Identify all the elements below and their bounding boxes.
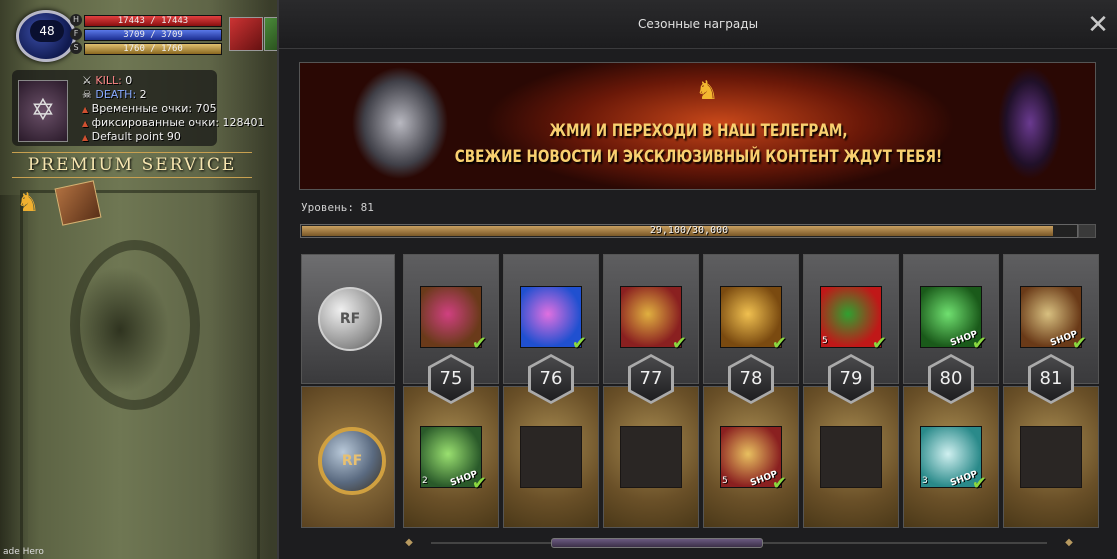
level-badge-number: 81	[1031, 357, 1071, 401]
scroll-left-arrow-icon[interactable]: ◆	[401, 536, 417, 550]
kill-label: KILL:	[95, 74, 122, 87]
banner-mammoth-icon: ♞	[695, 76, 719, 106]
season-level: Уровень: 81	[301, 201, 374, 214]
fixed-points-line: ▲ фиксированные очки: 128401	[82, 116, 265, 129]
seasonal-rewards-window: Сезонные награды ✕ ♞ ЖМИ И ПЕРЕХОДИ В НА…	[277, 0, 1117, 559]
default-point: Default point 90	[91, 130, 181, 143]
sp-letter: S	[70, 42, 82, 54]
door-ornament	[70, 240, 200, 410]
death-line: ☠ DEATH: 2	[82, 88, 147, 101]
golden-treasure-chest-icon[interactable]: ✔	[720, 286, 787, 353]
horizontal-scrollbar[interactable]: ◆ ◆	[401, 536, 1077, 550]
scroll-right-arrow-icon[interactable]: ◆	[1061, 536, 1077, 550]
player-level: 48	[30, 20, 64, 42]
item-quantity: 2	[422, 476, 428, 486]
free-track-header: RF	[301, 254, 395, 384]
buff-berserk-icon[interactable]	[229, 17, 263, 51]
scroll-thumb[interactable]	[551, 538, 763, 548]
reward-column-level-78: ✔ 5 SHOP ✔ 78	[703, 254, 799, 528]
pvp-emblem-icon: ✡	[18, 80, 68, 142]
rf-silver-coin-icon: RF	[318, 287, 382, 351]
item-quantity: 3	[922, 476, 928, 486]
death-value: 2	[139, 88, 147, 101]
claimed-check-icon: ✔	[1071, 333, 1087, 354]
banner-line-1: ЖМИ И ПЕРЕХОДИ В НАШ ТЕЛЕГРАМ,	[549, 121, 848, 141]
skull-scroll-icon[interactable]: SHOP ✔	[1020, 286, 1087, 353]
telegram-banner[interactable]: ♞ ЖМИ И ПЕРЕХОДИ В НАШ ТЕЛЕГРАМ, СВЕЖИЕ …	[299, 62, 1096, 190]
empty-reward-slot	[1020, 426, 1082, 488]
treasure-chest-gems-icon[interactable]: ✔	[420, 286, 487, 353]
level-badge-number: 79	[831, 357, 871, 401]
claimed-check-icon: ✔	[771, 333, 787, 354]
claimed-check-icon: ✔	[971, 333, 987, 354]
empty-reward-slot	[520, 426, 582, 488]
claimed-check-icon: ✔	[871, 333, 887, 354]
reward-column-level-77: ✔ 77	[603, 254, 699, 528]
rf-gold-coin-icon: RF	[318, 427, 386, 495]
character-name: ade Hero	[3, 547, 44, 557]
premium-track-header: RF	[301, 386, 395, 528]
reward-column-level-75: ✔ 2 SHOP ✔ 75	[403, 254, 499, 528]
triangle-icon: ▲	[82, 119, 89, 128]
progress-cap	[1078, 224, 1096, 238]
level-boost-icon[interactable]: SHOP ✔	[920, 286, 987, 353]
temp-points-line: ▲ Временные очки: 705	[82, 102, 217, 115]
claimed-check-icon: ✔	[471, 333, 487, 354]
level-badge-number: 75	[431, 357, 471, 401]
claimed-check-icon: ✔	[971, 473, 987, 494]
fp-bar: 3709 / 3709	[84, 29, 222, 41]
triangle-icon: ▲	[82, 133, 89, 142]
claimed-check-icon: ✔	[771, 473, 787, 494]
xp-progress-bar: 29,100/30,000	[300, 224, 1078, 238]
level-badge-number: 78	[731, 357, 771, 401]
claimed-check-icon: ✔	[671, 333, 687, 354]
kill-value: 0	[125, 74, 133, 87]
reward-column-level-76: ✔ 76	[503, 254, 599, 528]
level-badge-number: 80	[931, 357, 971, 401]
claimed-check-icon: ✔	[471, 473, 487, 494]
empty-reward-slot	[820, 426, 882, 488]
claimed-check-icon: ✔	[571, 333, 587, 354]
item-quantity: 5	[722, 476, 728, 486]
hp-letter: H	[70, 14, 82, 26]
blue-gift-box-icon[interactable]: ✔	[520, 286, 587, 353]
crossed-swords-icon: ⚔	[82, 74, 92, 87]
reward-column-level-80: SHOP ✔ 3 SHOP ✔ 80	[903, 254, 999, 528]
temp-points: Временные очки: 705	[91, 102, 217, 115]
close-button[interactable]: ✕	[1085, 12, 1111, 38]
premium-service-label: PREMIUM SERVICE	[12, 152, 252, 178]
red-present-icon[interactable]: 5 ✔	[820, 286, 887, 353]
sp-bar: 1760 / 1760	[84, 43, 222, 55]
level-badge-number: 76	[531, 357, 571, 401]
red-gold-chest-icon[interactable]: ✔	[620, 286, 687, 353]
kill-line: ⚔ KILL: 0	[82, 74, 132, 87]
death-label: DEATH:	[95, 88, 137, 101]
reward-column-level-81: SHOP ✔ 81	[1003, 254, 1099, 528]
empty-reward-slot	[620, 426, 682, 488]
hp-bar: 17443 / 17443	[84, 15, 222, 27]
gem-ticket-icon[interactable]: 3 SHOP ✔	[920, 426, 987, 493]
window-title: Сезонные награды	[637, 17, 759, 31]
fp-letter: F	[70, 28, 82, 40]
mammoth-icon[interactable]: ♞	[6, 186, 50, 220]
skull-icon: ☠	[82, 88, 92, 101]
item-quantity: 5	[822, 336, 828, 346]
reward-column-level-79: 5 ✔ 79	[803, 254, 899, 528]
dollar-gift-box-icon[interactable]: 5 SHOP ✔	[720, 426, 787, 493]
triangle-icon: ▲	[82, 105, 89, 114]
banner-line-2: СВЕЖИЕ НОВОСТИ И ЭКСКЛЮЗИВНЫЙ КОНТЕНТ ЖД…	[454, 147, 943, 167]
green-armor-item-icon[interactable]: 2 SHOP ✔	[420, 426, 487, 493]
level-badge-number: 77	[631, 357, 671, 401]
fixed-points: фиксированные очки: 128401	[91, 116, 265, 129]
xp-progress-text: 29,100/30,000	[649, 225, 729, 236]
book-icon[interactable]	[54, 180, 102, 226]
default-point-line: ▲ Default point 90	[82, 130, 181, 143]
